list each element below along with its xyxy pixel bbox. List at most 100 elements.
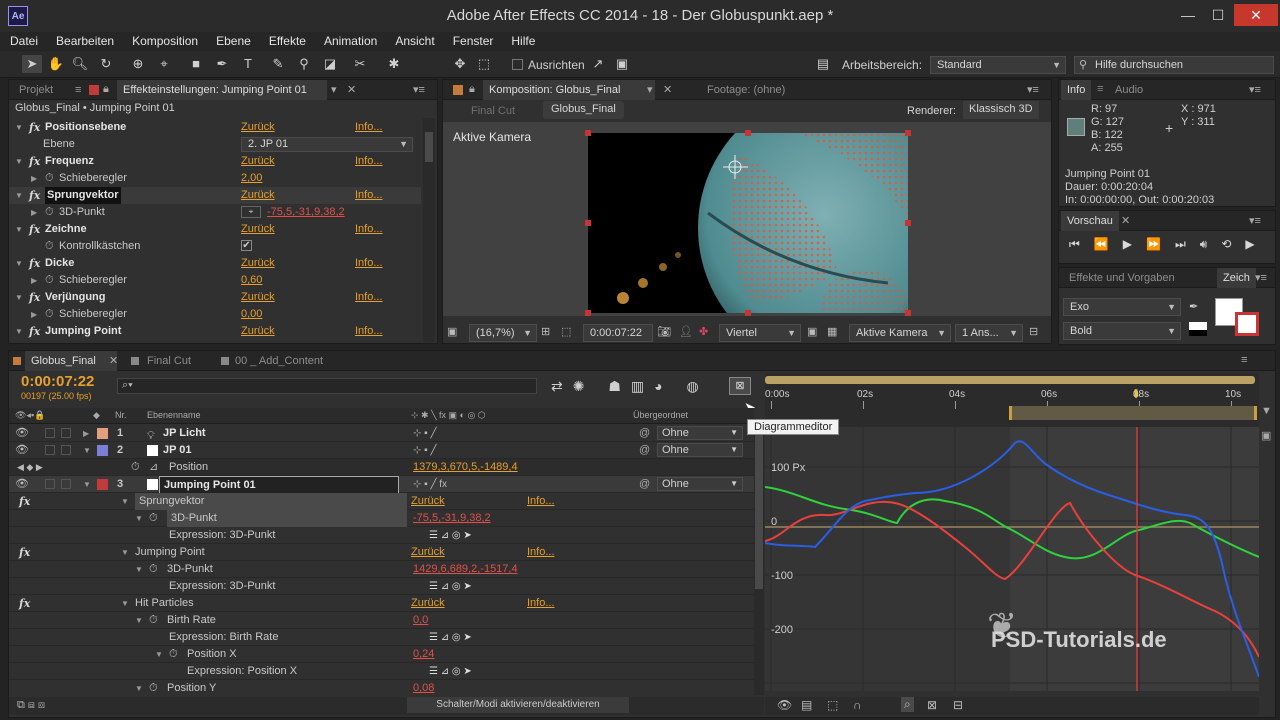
toggle-icon[interactable]: ⊟ [1029,325,1038,338]
layer-switches-icon[interactable]: ⧉ ⧈ ⧇ [17,699,45,712]
property-value[interactable]: 0,00 [241,306,262,323]
property-value[interactable]: -75,5,-31,9,38,2 [267,204,345,221]
show-snapshot-icon[interactable]: 👤︎ [679,325,693,338]
loop-icon[interactable]: ⟲ [1221,237,1245,251]
property-row[interactable]: ▼ ⏱ Position Y 0,08 [9,680,754,695]
info-link[interactable]: Info... [355,119,383,136]
views-dropdown[interactable]: 1 Ans... ▼ [955,324,1023,342]
pick-whip-icon[interactable]: @ [639,425,650,442]
info-link[interactable]: Info... [527,544,555,561]
font-dropdown[interactable]: Exo ▼ [1063,298,1181,316]
reset-link[interactable]: Zurück [241,289,275,306]
effect-row[interactable]: ▼ fx Dicke Zurück Info... [9,255,421,272]
disclosure-triangle-icon[interactable]: ▶ [31,170,37,187]
property-row[interactable]: ▼ ⏱ Position X 0,24 [9,646,754,663]
expression-row[interactable]: Expression: 3D-Punkt ☰ ⊿ ◎ ➤ [9,578,754,595]
effect-row[interactable]: ▼ fx Verjüngung Zurück Info... [9,289,421,306]
last-frame-icon[interactable]: ⏭ [1175,237,1200,251]
eraser-tool-icon[interactable]: ◪ [320,55,340,73]
keyframe-navigator-icon[interactable]: ◀ ◆ ▶ [17,459,43,476]
expression-row[interactable]: Expression: Birth Rate ☰ ⊿ ◎ ➤ [9,629,754,646]
info-link[interactable]: Info... [527,595,555,612]
info-link[interactable]: Info... [355,187,383,204]
stopwatch-icon[interactable]: ⏱ [45,306,54,323]
disclosure-triangle-icon[interactable]: ▼ [15,255,23,272]
ram-preview-icon[interactable]: ▶ [1245,237,1268,251]
toggle-switches-modes-button[interactable]: Schalter/Modi aktivieren/deaktivieren [407,697,629,713]
fit-selection-icon[interactable]: ⌕ [901,697,914,712]
property-row[interactable]: ▼ ⏱ Birth Rate 0,0 [9,612,754,629]
disclosure-triangle-icon[interactable]: ▼ [135,680,143,695]
fx-icon[interactable]: fx [29,119,40,136]
mask-icon[interactable]: ⬚ [561,325,571,338]
crumb-globus-final[interactable]: Globus_Final [543,101,624,119]
channel-icon[interactable]: ✤ [699,325,708,338]
comp-frame[interactable] [588,133,908,313]
brainstorm-icon[interactable]: ◍ [687,378,709,394]
stopwatch-icon[interactable]: ⏱ [149,612,158,629]
help-search-field[interactable]: ⚲ Hilfe durchsuchen [1074,56,1274,74]
snap-mode-icon[interactable]: ▣ [612,55,632,73]
stopwatch-icon[interactable]: ⏱ [45,170,54,187]
property-row[interactable]: ▼ ⏱ 3D-Punkt 1429,6,689,2,-1517,4 [9,561,754,578]
timecode-field[interactable]: 0:00:07:22 [583,324,653,342]
tab-komposition[interactable]: Komposition: Globus_Final [483,80,655,100]
camera-snapshot-icon[interactable]: 📷︎ [657,325,671,338]
zoom-tool-icon[interactable]: 🔍︎ [70,55,90,73]
pick-whip-icon[interactable]: @ [639,442,650,459]
tab-globus-final[interactable]: Globus_Final [25,351,117,371]
shy-icon[interactable]: ☗ [608,378,631,394]
stopwatch-icon[interactable]: ⏱ [45,238,54,255]
disclosure-triangle-icon[interactable]: ▼ [83,476,91,493]
property-value[interactable]: 1429,6,689,2,-1517,4 [413,561,518,578]
black-white-icon[interactable] [1189,322,1207,336]
stopwatch-icon[interactable]: ⏱ [45,272,54,289]
expression-row[interactable]: Expression: Position X ☰ ⊿ ◎ ➤ [9,663,754,680]
property-row[interactable]: ▼ ⏱ 3D-Punkt -75,5,-31,9,38,2 [9,510,754,527]
info-link[interactable]: Info... [355,323,383,340]
effect-row[interactable]: fx ▼ Jumping Point Zurück Info... [9,544,754,561]
brush-tool-icon[interactable]: ✎ [268,55,288,73]
label-color-icon[interactable] [97,428,108,439]
disclosure-triangle-icon[interactable]: ▼ [15,323,23,340]
info-link[interactable]: Info... [355,221,383,238]
panel-menu-icon[interactable]: ▾≡ [1249,214,1261,227]
disclosure-triangle-icon[interactable]: ▶ [31,204,37,221]
property-value[interactable]: 0,0 [413,612,428,629]
property-value[interactable]: 0,60 [241,272,262,289]
menu-icon[interactable]: ≡ [1097,83,1103,95]
tab-effekteinstellungen[interactable]: Effekteinstellungen: Jumping Point 01 [117,80,327,100]
panel-menu-icon[interactable]: ▾≡ [1255,271,1267,284]
eyedropper-icon[interactable]: ✒ [1189,300,1198,313]
stopwatch-icon[interactable]: ⏱ [131,459,140,476]
reset-link[interactable]: Zurück [241,323,275,340]
transform-box-icon[interactable]: ⬚ [827,698,838,712]
disclosure-triangle-icon[interactable]: ▼ [121,595,129,612]
disclosure-triangle-icon[interactable]: ▼ [15,119,23,136]
graph-editor-button[interactable]: ⊠ [729,377,751,395]
reset-link[interactable]: Zurück [241,119,275,136]
solo-toggle[interactable] [45,479,55,489]
property-value[interactable]: 2,00 [241,170,262,187]
menu-effekte[interactable]: Effekte [269,34,306,48]
resolution-dropdown[interactable]: Viertel ▼ [719,324,801,342]
handle[interactable] [585,130,591,136]
tab-vorschau[interactable]: Vorschau [1061,211,1119,231]
solo-toggle[interactable] [45,445,55,455]
fx-icon[interactable]: fx [29,153,40,170]
play-icon[interactable]: ▶ [1123,237,1146,251]
disclosure-triangle-icon[interactable]: ▼ [135,612,143,629]
world-axis-icon[interactable]: ⬚ [474,55,494,73]
camera-dropdown[interactable]: Aktive Kamera ▼ [849,324,951,342]
composition-mini-flowchart-icon[interactable]: ⇄ [551,378,573,394]
disclosure-triangle-icon[interactable]: ▶ [83,425,89,442]
draft-3d-icon[interactable]: ✺ [573,378,595,394]
pick-whip-icon[interactable]: @ [639,476,650,493]
tab-projekt[interactable]: Projekt [13,80,59,100]
magnifier-icon[interactable]: ▣ [447,325,457,338]
reset-link[interactable]: Zurück [411,544,445,561]
stopwatch-icon[interactable]: ⏱ [45,204,54,221]
eye-icon[interactable]: 👁︎ [15,442,29,459]
layer-switches-icon[interactable]: ⊹ ▪ ╱ [413,425,437,442]
grid-icon[interactable]: ⊞ [541,325,550,338]
